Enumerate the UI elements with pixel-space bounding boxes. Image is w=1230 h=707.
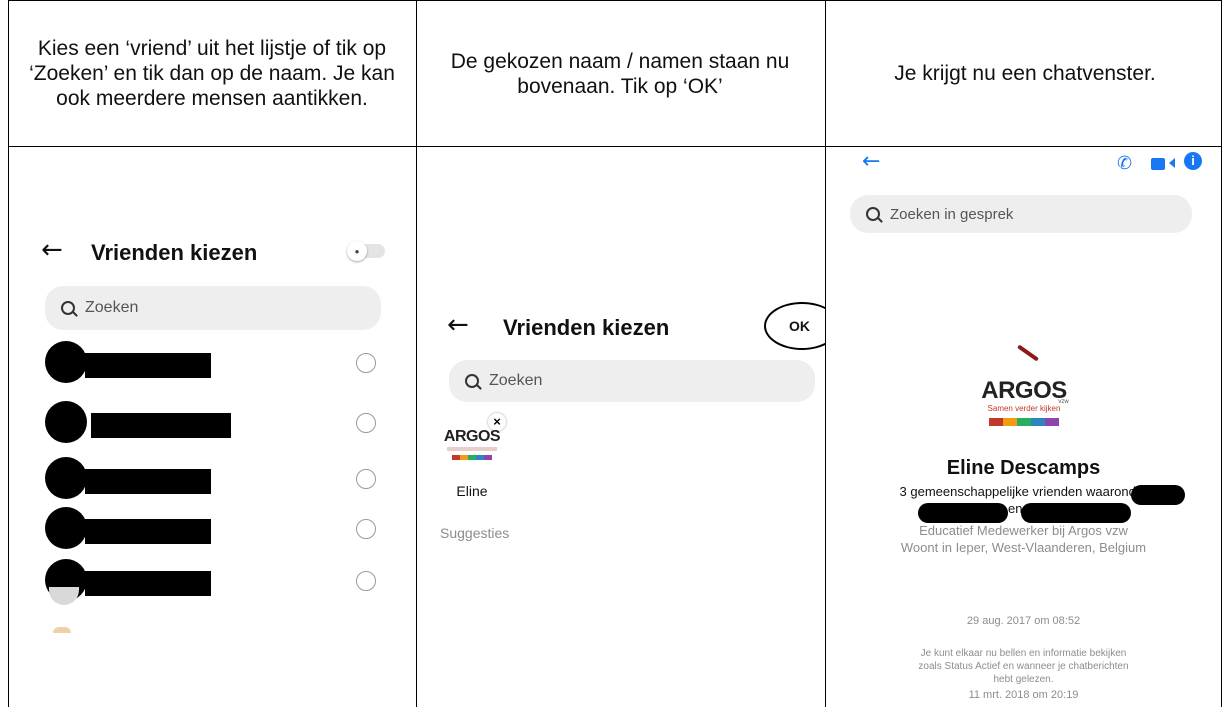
avatar: [45, 507, 87, 549]
redacted-name: [85, 469, 211, 494]
back-arrow-icon[interactable]: ←: [862, 149, 880, 174]
selected-friend-chip[interactable]: × ARGOS Eline: [439, 409, 507, 509]
conversation-search-input[interactable]: Zoeken in gesprek: [850, 195, 1192, 233]
screenshot-friend-picker: ← Vrienden kiezen ● Zoeken: [9, 147, 416, 707]
redacted-friend-name: [1131, 485, 1185, 505]
argos-logo-text: ARGOS vzw: [981, 377, 1069, 406]
lock-toggle[interactable]: ●: [347, 241, 385, 261]
avatar: [45, 457, 87, 499]
friend-list-item[interactable]: [45, 401, 385, 445]
logo-tagline-line: [447, 447, 497, 451]
search-icon: [866, 207, 880, 221]
lock-icon: ●: [347, 241, 367, 261]
page-title: Vrienden kiezen: [91, 240, 258, 265]
argos-logo-text: ARGOS: [443, 428, 501, 445]
friend-list-item[interactable]: [45, 457, 385, 501]
video-camera-icon[interactable]: [1151, 157, 1176, 175]
search-placeholder: Zoeken: [85, 299, 139, 316]
phone-icon[interactable]: ✆: [1117, 153, 1132, 174]
selected-friend-name: Eline: [456, 483, 488, 499]
search-input[interactable]: Zoeken: [449, 360, 815, 402]
instruction-step-1: Kies een ‘vriend’ uit het lijstje of tik…: [29, 37, 395, 110]
redacted-name: [91, 413, 231, 438]
search-input[interactable]: Zoeken: [45, 286, 381, 330]
select-radio[interactable]: [356, 353, 376, 373]
friend-list-item[interactable]: [45, 341, 385, 385]
avatar: [45, 341, 87, 383]
close-icon: ×: [493, 414, 501, 429]
timestamp: 29 aug. 2017 om 08:52: [966, 615, 1081, 627]
friend-list-item[interactable]: [45, 507, 385, 551]
redacted-friend-name: [1021, 503, 1131, 523]
partial-avatar: [53, 627, 71, 633]
instruction-step-2: De gekozen naam / namen staan nu bovenaa…: [450, 49, 790, 98]
screenshot-selected-friend: ← Vrienden kiezen OK Zoeken × ARGOS Elin…: [417, 147, 825, 555]
redacted-name: [85, 519, 211, 544]
redacted-name: [85, 353, 211, 378]
search-icon: [465, 374, 479, 388]
argos-logo: ARGOS vzw Samen verder kijken: [974, 379, 1074, 426]
job-text: Educatief Medewerker bij Argos vzw: [919, 523, 1128, 538]
friend-list-item[interactable]: [45, 559, 385, 603]
location-text: Woont in Ieper, West-Vlaanderen, Belgium: [900, 540, 1147, 555]
redacted-friend-name: [918, 503, 1008, 523]
logo-color-bars: [439, 455, 505, 460]
page-title: Vrienden kiezen: [503, 315, 670, 340]
table-border-right: [1221, 0, 1222, 707]
logo-suffix: vzw: [1058, 399, 1069, 405]
select-radio[interactable]: [356, 469, 376, 489]
logo-color-bars: [974, 418, 1074, 426]
connection-notice: Je kunt elkaar nu bellen en informatie b…: [918, 648, 1129, 685]
select-radio[interactable]: [356, 519, 376, 539]
redacted-name: [85, 571, 211, 596]
search-icon: [61, 301, 75, 315]
logo-tagline: Samen verder kijken: [987, 404, 1061, 413]
logo-brush-icon: [1017, 344, 1039, 362]
search-placeholder: Zoeken: [489, 372, 543, 389]
back-arrow-icon[interactable]: ←: [447, 310, 469, 340]
timestamp: 11 mrt. 2018 om 20:19: [968, 689, 1079, 701]
argos-logo-avatar: ARGOS: [439, 429, 505, 460]
table-border-top: [8, 0, 1222, 1]
back-arrow-icon[interactable]: ←: [41, 235, 63, 265]
suggestions-heading: Suggesties: [440, 525, 510, 541]
screenshot-chat-window: ← ✆ i Zoeken in gesprek ARGOS vzw Samen …: [826, 147, 1221, 707]
info-icon[interactable]: i: [1184, 152, 1202, 170]
avatar: [45, 401, 87, 443]
select-radio[interactable]: [356, 413, 376, 433]
search-placeholder: Zoeken in gesprek: [890, 205, 1014, 223]
instruction-step-3: Je krijgt nu een chatvenster.: [894, 62, 1156, 85]
profile-name: Eline Descamps: [946, 457, 1101, 479]
select-radio[interactable]: [356, 571, 376, 591]
